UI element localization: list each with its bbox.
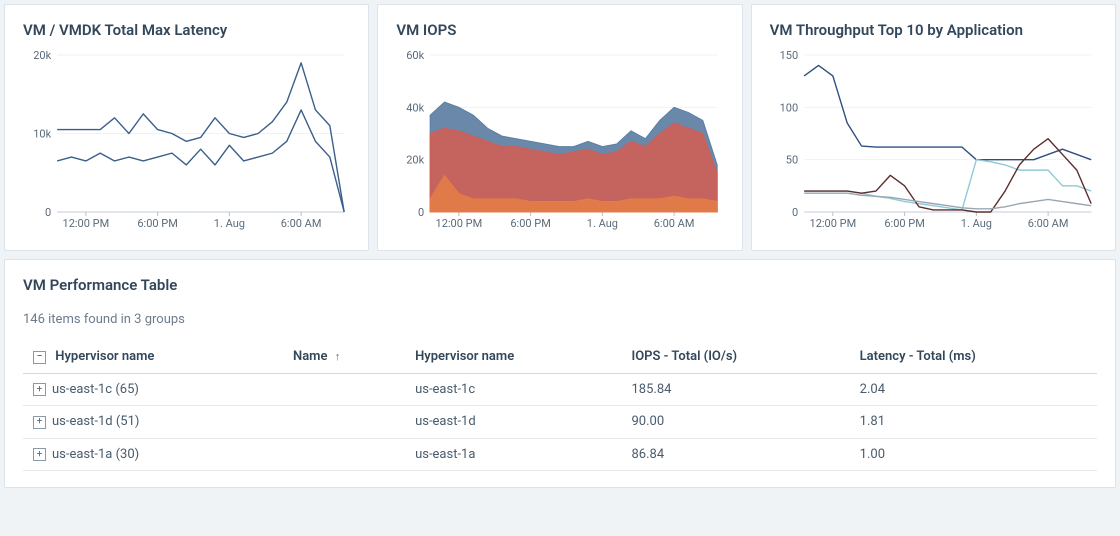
row-hv: us-east-1d (405, 406, 621, 439)
svg-text:12:00 PM: 12:00 PM (809, 217, 856, 230)
row-name (283, 373, 405, 406)
svg-text:1. Aug: 1. Aug (587, 217, 618, 230)
row-lat: 2.04 (850, 373, 1097, 406)
table-subtitle: 146 items found in 3 groups (23, 312, 1097, 327)
svg-text:50: 50 (785, 154, 797, 167)
svg-text:150: 150 (779, 49, 798, 62)
row-name (283, 438, 405, 471)
col-hypervisor-name-2[interactable]: Hypervisor name (405, 341, 621, 373)
row-lat: 1.81 (850, 406, 1097, 439)
svg-text:60k: 60k (407, 49, 425, 62)
svg-text:6:00 AM: 6:00 AM (281, 217, 322, 230)
table-row[interactable]: + us-east-1d (51) us-east-1d90.001.81 (23, 406, 1097, 439)
row-label: us-east-1a (30) (52, 447, 139, 462)
table-card: VM Performance Table 146 items found in … (4, 259, 1116, 488)
chart-iops[interactable]: 0 20k 40k 60k 12:00 PM 6:00 PM 1. Aug 6:00 AM (396, 49, 723, 234)
svg-text:12:00 PM: 12:00 PM (63, 217, 110, 230)
row-hv: us-east-1c (405, 373, 621, 406)
collapse-all-icon[interactable]: − (33, 351, 46, 364)
sort-asc-icon: ↑ (335, 350, 341, 363)
table-row[interactable]: + us-east-1a (30) us-east-1a86.841.00 (23, 438, 1097, 471)
svg-text:20k: 20k (407, 154, 425, 167)
svg-text:20k: 20k (33, 49, 51, 62)
svg-text:6:00 PM: 6:00 PM (884, 217, 924, 230)
svg-text:6:00 PM: 6:00 PM (137, 217, 177, 230)
chart-title: VM / VMDK Total Max Latency (23, 21, 350, 39)
expand-icon[interactable]: + (33, 448, 46, 461)
row-iops: 90.00 (621, 406, 849, 439)
chart-throughput[interactable]: 0 50 100 150 12:00 PM 6:00 PM 1. Aug 6:00 AM (770, 49, 1097, 234)
performance-table: − Hypervisor name Name ↑ Hypervisor name… (23, 341, 1097, 471)
svg-text:6:00 AM: 6:00 AM (1027, 217, 1068, 230)
svg-text:12:00 PM: 12:00 PM (436, 217, 483, 230)
svg-text:6:00 AM: 6:00 AM (654, 217, 695, 230)
expand-icon[interactable]: + (33, 416, 46, 429)
row-label: us-east-1c (65) (52, 382, 139, 397)
chart-title: VM Throughput Top 10 by Application (770, 21, 1097, 39)
row-name (283, 406, 405, 439)
table-body: + us-east-1c (65) us-east-1c185.842.04 + us-… (23, 373, 1097, 471)
row-iops: 86.84 (621, 438, 849, 471)
row-lat: 1.00 (850, 438, 1097, 471)
table-row[interactable]: + us-east-1c (65) us-east-1c185.842.04 (23, 373, 1097, 406)
row-hv: us-east-1a (405, 438, 621, 471)
chart-title: VM IOPS (396, 21, 723, 39)
col-name[interactable]: Name ↑ (283, 341, 405, 373)
expand-icon[interactable]: + (33, 383, 46, 396)
chart-latency[interactable]: 0 10k 20k 12:00 PM 6:00 PM 1. Aug 6:00 AM (23, 49, 350, 234)
row-iops: 185.84 (621, 373, 849, 406)
table-header-row: − Hypervisor name Name ↑ Hypervisor name… (23, 341, 1097, 373)
chart-card-iops: VM IOPS 0 20k 40k 60k 12:00 PM 6:00 PM 1. Aug 6… (377, 4, 742, 251)
svg-text:100: 100 (779, 101, 798, 114)
charts-row: VM / VMDK Total Max Latency 0 10k 20k 12:00… (4, 4, 1116, 251)
col-latency[interactable]: Latency - Total (ms) (850, 341, 1097, 373)
chart-card-throughput: VM Throughput Top 10 by Application 0 50 1… (751, 4, 1116, 251)
row-label: us-east-1d (51) (52, 414, 139, 429)
svg-text:0: 0 (792, 206, 798, 219)
svg-text:0: 0 (418, 206, 424, 219)
svg-text:0: 0 (45, 206, 51, 219)
svg-text:1. Aug: 1. Aug (960, 217, 991, 230)
col-hypervisor-name[interactable]: − Hypervisor name (23, 341, 283, 373)
svg-text:1. Aug: 1. Aug (214, 217, 245, 230)
svg-text:40k: 40k (407, 101, 425, 114)
chart-card-latency: VM / VMDK Total Max Latency 0 10k 20k 12:00… (4, 4, 369, 251)
svg-text:6:00 PM: 6:00 PM (511, 217, 551, 230)
table-title: VM Performance Table (23, 276, 1097, 294)
svg-text:10k: 10k (33, 128, 51, 141)
col-iops[interactable]: IOPS - Total (IO/s) (621, 341, 849, 373)
